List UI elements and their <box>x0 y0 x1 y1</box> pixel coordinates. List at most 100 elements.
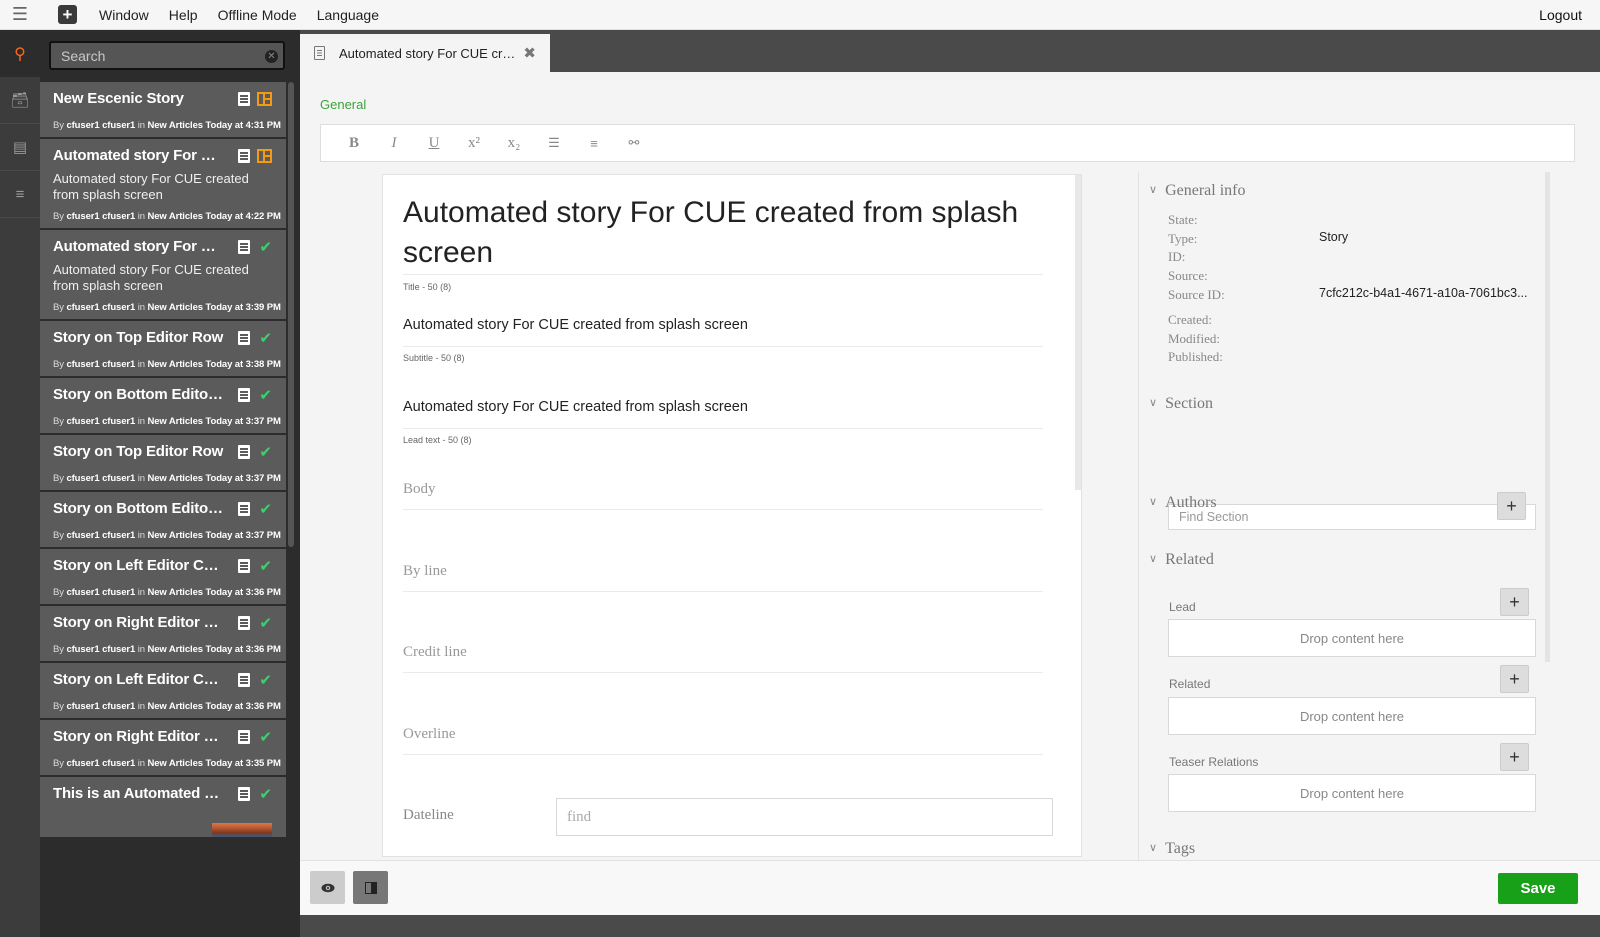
search-result-item[interactable]: Story on Top Editor Row By cfuser1 cfuser… <box>40 435 286 490</box>
result-in-label: in <box>137 211 145 222</box>
underline-button[interactable]: U <box>414 135 454 152</box>
clear-search-icon[interactable]: ✕ <box>265 50 278 63</box>
result-title: Story on Top Editor Row <box>53 329 224 346</box>
byline-field[interactable]: By line <box>403 563 1043 592</box>
close-tab-icon[interactable]: ✖ <box>523 44 536 62</box>
hamburger-menu-icon[interactable]: ☰ <box>0 0 40 30</box>
lead-value[interactable]: Automated story For CUE created from spl… <box>403 399 1043 415</box>
teaser-drop-zone[interactable]: Drop content here <box>1168 774 1536 812</box>
find-section-input[interactable] <box>1168 504 1536 530</box>
general-info-header[interactable]: ∨ General info <box>1149 182 1245 200</box>
form-scrollbar[interactable] <box>1075 175 1081 490</box>
bold-button[interactable]: B <box>334 135 374 152</box>
sections-icon[interactable]: 🗃 <box>0 77 40 124</box>
overline-field[interactable]: Overline <box>403 726 1043 755</box>
teaser-relations-label: Teaser Relations <box>1169 755 1259 769</box>
result-meta: By cfuser1 cfuser1 in New Articles Today… <box>53 211 281 222</box>
superscript-button[interactable]: x² <box>454 135 494 152</box>
result-time: Today at 3:37 PM <box>205 416 281 427</box>
dateline-input[interactable] <box>556 798 1053 836</box>
lead-field[interactable]: Automated story For CUE created from spl… <box>403 399 1043 429</box>
numbered-list-icon[interactable]: ≡ <box>574 136 614 151</box>
title-value[interactable]: Automated story For CUE created from spl… <box>403 193 1043 273</box>
section-header[interactable]: ∨ Section <box>1149 395 1213 413</box>
subtitle-field[interactable]: Automated story For CUE created from spl… <box>403 317 1043 347</box>
general-tab-label[interactable]: General <box>320 97 366 112</box>
result-meta: By cfuser1 cfuser1 in New Articles Today… <box>53 530 281 541</box>
search-result-item[interactable]: Story on Bottom Editor Row By cfuser1 cfu… <box>40 492 286 547</box>
metadata-scrollbar[interactable] <box>1545 172 1550 662</box>
menu-help[interactable]: Help <box>169 7 198 23</box>
bullet-list-icon[interactable]: ☰ <box>534 135 574 151</box>
link-icon[interactable]: ⚯ <box>614 135 654 151</box>
lists-icon[interactable]: ≡ <box>0 171 40 218</box>
result-meta: By cfuser1 cfuser1 in New Articles Today… <box>53 644 281 655</box>
result-time: Today at 3:38 PM <box>205 359 281 370</box>
lead-drop-zone[interactable]: Drop content here <box>1168 619 1536 657</box>
search-result-item[interactable]: Automated story For CUE created from spl… <box>40 230 286 319</box>
chevron-down-icon: ∨ <box>1149 553 1158 565</box>
search-result-item[interactable]: New Escenic Story By cfuser1 cfuser1 in N… <box>40 82 286 137</box>
result-author: cfuser1 cfuser1 <box>66 701 136 712</box>
menu-window[interactable]: Window <box>99 7 149 23</box>
subscript-button[interactable]: x₂ <box>494 135 534 152</box>
result-section: New Articles <box>147 644 203 655</box>
title-field[interactable]: Automated story For CUE created from spl… <box>403 193 1043 275</box>
created-label: Created: <box>1168 312 1213 327</box>
story-tab[interactable]: Automated story For CUE created from spl… <box>300 34 550 72</box>
search-input[interactable] <box>51 43 283 68</box>
add-lead-relation-button[interactable]: + <box>1500 588 1529 616</box>
preview-button[interactable] <box>310 871 345 904</box>
source-id-label: Source ID: <box>1168 287 1225 302</box>
result-author: cfuser1 cfuser1 <box>66 758 136 769</box>
italic-button[interactable]: I <box>374 135 414 152</box>
search-result-item[interactable]: Automated story For CUE created from spl… <box>40 139 286 228</box>
authors-header[interactable]: ∨ Authors <box>1149 494 1217 512</box>
result-time: Today at 3:36 PM <box>205 644 281 655</box>
search-result-item[interactable]: Story on Left Editor Column By cfuser1 cf… <box>40 663 286 718</box>
pages-icon[interactable]: ▤ <box>0 124 40 171</box>
search-result-item[interactable]: Story on Left Editor Column By cfuser1 cf… <box>40 549 286 604</box>
result-time: Today at 4:31 PM <box>205 120 281 131</box>
search-panel-icon[interactable]: ⚲ <box>0 30 40 77</box>
document-icon <box>314 46 325 60</box>
result-in-label: in <box>137 302 145 313</box>
result-title: Story on Bottom Editor Row <box>53 500 225 517</box>
menu-language[interactable]: Language <box>317 7 379 23</box>
lead-hint: Lead text - 50 (8) <box>403 435 472 445</box>
related-drop-zone[interactable]: Drop content here <box>1168 697 1536 735</box>
published-check-icon: ✔ <box>259 239 272 256</box>
search-result-item[interactable]: Story on Right Editor Column By cfuser1 c… <box>40 720 286 775</box>
related-header[interactable]: ∨ Related <box>1149 551 1214 569</box>
toggle-panel-button[interactable] <box>353 871 388 904</box>
search-result-item[interactable]: Story on Bottom Editor Row By cfuser1 cfu… <box>40 378 286 433</box>
result-meta: By cfuser1 cfuser1 in New Articles Today… <box>53 416 281 427</box>
tags-header[interactable]: ∨ Tags <box>1149 840 1195 858</box>
result-section: New Articles <box>147 302 203 313</box>
body-field[interactable]: Body <box>403 481 1043 510</box>
save-button[interactable]: Save <box>1498 873 1578 904</box>
add-teaser-relation-button[interactable]: + <box>1500 743 1529 771</box>
subtitle-value[interactable]: Automated story For CUE created from spl… <box>403 317 1043 333</box>
search-result-item[interactable]: This is an Automated story ✔ <box>40 777 286 837</box>
result-meta: By cfuser1 cfuser1 in New Articles Today… <box>53 701 281 712</box>
add-author-button[interactable]: + <box>1497 492 1526 520</box>
add-related-button[interactable]: + <box>1500 665 1529 693</box>
creditline-field[interactable]: Credit line <box>403 644 1043 673</box>
result-title: This is an Automated story <box>53 785 225 802</box>
subtitle-hint: Subtitle - 50 (8) <box>403 353 465 363</box>
document-icon <box>238 616 250 630</box>
result-by-label: By <box>53 211 64 222</box>
search-result-item[interactable]: Story on Right Editor Column By cfuser1 c… <box>40 606 286 661</box>
new-content-button[interactable]: + <box>58 5 77 24</box>
result-by-label: By <box>53 473 64 484</box>
published-check-icon: ✔ <box>259 786 272 803</box>
result-in-label: in <box>137 359 145 370</box>
result-author: cfuser1 cfuser1 <box>66 416 136 427</box>
results-scrollbar[interactable] <box>288 82 294 547</box>
search-results-list: New Escenic Story By cfuser1 cfuser1 in N… <box>40 82 286 937</box>
logout-link[interactable]: Logout <box>1539 7 1582 23</box>
menu-offline-mode[interactable]: Offline Mode <box>218 7 297 23</box>
result-description: Automated story For CUE created from spl… <box>53 262 249 293</box>
search-result-item[interactable]: Story on Top Editor Row By cfuser1 cfuser… <box>40 321 286 376</box>
